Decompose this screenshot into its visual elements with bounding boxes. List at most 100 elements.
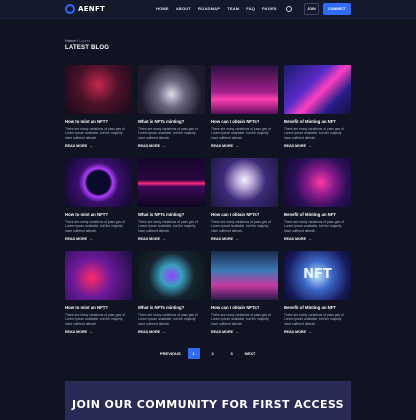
blog-thumbnail[interactable] (211, 251, 278, 300)
blog-title[interactable]: How can I obtain NFTs? (211, 212, 278, 217)
blog-title[interactable]: Benefit of Minting an NFT (284, 212, 351, 217)
read-more-label: READ MORE (284, 143, 306, 148)
breadcrumb-separator: / (76, 38, 78, 43)
read-more-label: READ MORE (211, 236, 233, 241)
blog-card[interactable]: How to mint an NFT? There are many varia… (65, 65, 132, 148)
arrow-right-icon: → (161, 143, 166, 149)
blog-card[interactable]: How to mint an NFT? There are many varia… (65, 251, 132, 334)
thumbnail-nft-text: NFT (303, 267, 332, 282)
menu-item-roadmap[interactable]: ROADMAP (198, 6, 220, 11)
community-cta-banner: JOIN OUR COMMUNITY FOR FIRST ACCESS (65, 381, 351, 420)
arrow-right-icon: → (234, 329, 239, 335)
blog-thumbnail[interactable]: NFT (284, 251, 351, 300)
blog-card[interactable]: NFT Benefit of Minting an NFT There are … (284, 251, 351, 334)
arrow-right-icon: → (88, 143, 93, 149)
read-more-link[interactable]: READ MORE → (65, 236, 132, 241)
blog-title[interactable]: What is NFTs minting? (138, 305, 205, 310)
arrow-right-icon: → (88, 329, 93, 335)
menu-item-home[interactable]: HOME (156, 6, 169, 11)
blog-excerpt: There are many variations of pass ges of… (211, 313, 271, 326)
page-3-button[interactable]: 3 (226, 348, 238, 359)
blog-thumbnail[interactable] (284, 65, 351, 114)
read-more-label: READ MORE (138, 329, 160, 334)
blog-card[interactable]: How to mint an NFT? There are many varia… (65, 158, 132, 241)
blog-card[interactable]: What is NFTs minting? There are many var… (138, 158, 205, 241)
blog-excerpt: There are many variations of pass ges of… (284, 220, 344, 233)
read-more-link[interactable]: READ MORE → (138, 143, 205, 148)
read-more-link[interactable]: READ MORE → (284, 236, 351, 241)
blog-title[interactable]: How can I obtain NFTs? (211, 305, 278, 310)
read-more-link[interactable]: READ MORE → (211, 143, 278, 148)
blog-title[interactable]: Benefit of Minting an NFT (284, 119, 351, 124)
blog-card[interactable]: Benefit of Minting an NFT There are many… (284, 158, 351, 241)
blog-excerpt: There are many variations of pass ges of… (65, 127, 125, 140)
read-more-label: READ MORE (65, 236, 87, 241)
pagination: PREVIOUS 1 2 3 NEXT (160, 348, 255, 359)
read-more-link[interactable]: READ MORE → (65, 143, 132, 148)
blog-excerpt: There are many variations of pass ges of… (211, 220, 271, 233)
page-2-button[interactable]: 2 (207, 348, 219, 359)
blog-excerpt: There are many variations of pass ges of… (211, 127, 271, 140)
previous-button[interactable]: PREVIOUS (160, 351, 181, 356)
read-more-link[interactable]: READ MORE → (211, 329, 278, 334)
read-more-label: READ MORE (138, 236, 160, 241)
menu-item-team[interactable]: TEAM (227, 6, 239, 11)
read-more-label: READ MORE (65, 329, 87, 334)
blog-excerpt: There are many variations of pass ges of… (65, 313, 125, 326)
connect-button[interactable]: CONNECT (323, 3, 351, 15)
page-title: LATEST BLOG (65, 45, 110, 51)
theme-toggle-icon[interactable] (286, 6, 292, 12)
blog-thumbnail[interactable] (211, 158, 278, 207)
blog-thumbnail[interactable] (284, 158, 351, 207)
blog-card[interactable]: How can I obtain NFTs? There are many va… (211, 251, 278, 334)
read-more-link[interactable]: READ MORE → (138, 236, 205, 241)
top-navbar: AENFT HOME ABOUT ROADMAP TEAM FAQ PAGES … (0, 0, 416, 19)
blog-card[interactable]: How can I obtain NFTs? There are many va… (211, 158, 278, 241)
arrow-right-icon: → (307, 236, 312, 242)
blog-thumbnail[interactable] (65, 251, 132, 300)
blog-card[interactable]: What is NFTs minting? There are many var… (138, 65, 205, 148)
arrow-right-icon: → (161, 236, 166, 242)
blog-thumbnail[interactable] (138, 158, 205, 207)
read-more-link[interactable]: READ MORE → (65, 329, 132, 334)
breadcrumb-home[interactable]: Home (65, 38, 76, 43)
next-button[interactable]: NEXT (245, 351, 256, 356)
blog-title[interactable]: Benefit of Minting an NFT (284, 305, 351, 310)
blog-title[interactable]: How can I obtain NFTs? (211, 119, 278, 124)
read-more-link[interactable]: READ MORE → (284, 329, 351, 334)
blog-title[interactable]: What is NFTs minting? (138, 119, 205, 124)
blog-title[interactable]: How to mint an NFT? (65, 212, 132, 217)
menu-item-about[interactable]: ABOUT (176, 6, 191, 11)
logo-text: AENFT (78, 5, 106, 13)
blog-title[interactable]: How to mint an NFT? (65, 119, 132, 124)
join-button[interactable]: JOIN (304, 3, 319, 15)
blog-thumbnail[interactable] (138, 65, 205, 114)
blog-excerpt: There are many variations of pass ges of… (138, 220, 198, 233)
blog-thumbnail[interactable] (65, 65, 132, 114)
page-1-button[interactable]: 1 (187, 348, 200, 359)
read-more-link[interactable]: READ MORE → (284, 143, 351, 148)
read-more-label: READ MORE (284, 236, 306, 241)
arrow-right-icon: → (161, 329, 166, 335)
blog-card[interactable]: What is NFTs minting? There are many var… (138, 251, 205, 334)
menu-item-pages[interactable]: PAGES (262, 6, 277, 11)
read-more-label: READ MORE (211, 143, 233, 148)
blog-excerpt: There are many variations of pass ges of… (284, 313, 344, 326)
read-more-link[interactable]: READ MORE → (138, 329, 205, 334)
read-more-link[interactable]: READ MORE → (211, 236, 278, 241)
arrow-right-icon: → (234, 143, 239, 149)
blog-excerpt: There are many variations of pass ges of… (65, 220, 125, 233)
blog-thumbnail[interactable] (211, 65, 278, 114)
blog-card[interactable]: How can I obtain NFTs? There are many va… (211, 65, 278, 148)
blog-excerpt: There are many variations of pass ges of… (284, 127, 344, 140)
logo-icon (65, 4, 75, 14)
logo[interactable]: AENFT (65, 4, 105, 14)
blog-thumbnail[interactable] (65, 158, 132, 207)
blog-title[interactable]: How to mint an NFT? (65, 305, 132, 310)
menu-item-faq[interactable]: FAQ (246, 6, 255, 11)
read-more-label: READ MORE (211, 329, 233, 334)
blog-excerpt: There are many variations of pass ges of… (138, 127, 198, 140)
blog-thumbnail[interactable] (138, 251, 205, 300)
blog-card[interactable]: Benefit of Minting an NFT There are many… (284, 65, 351, 148)
blog-title[interactable]: What is NFTs minting? (138, 212, 205, 217)
